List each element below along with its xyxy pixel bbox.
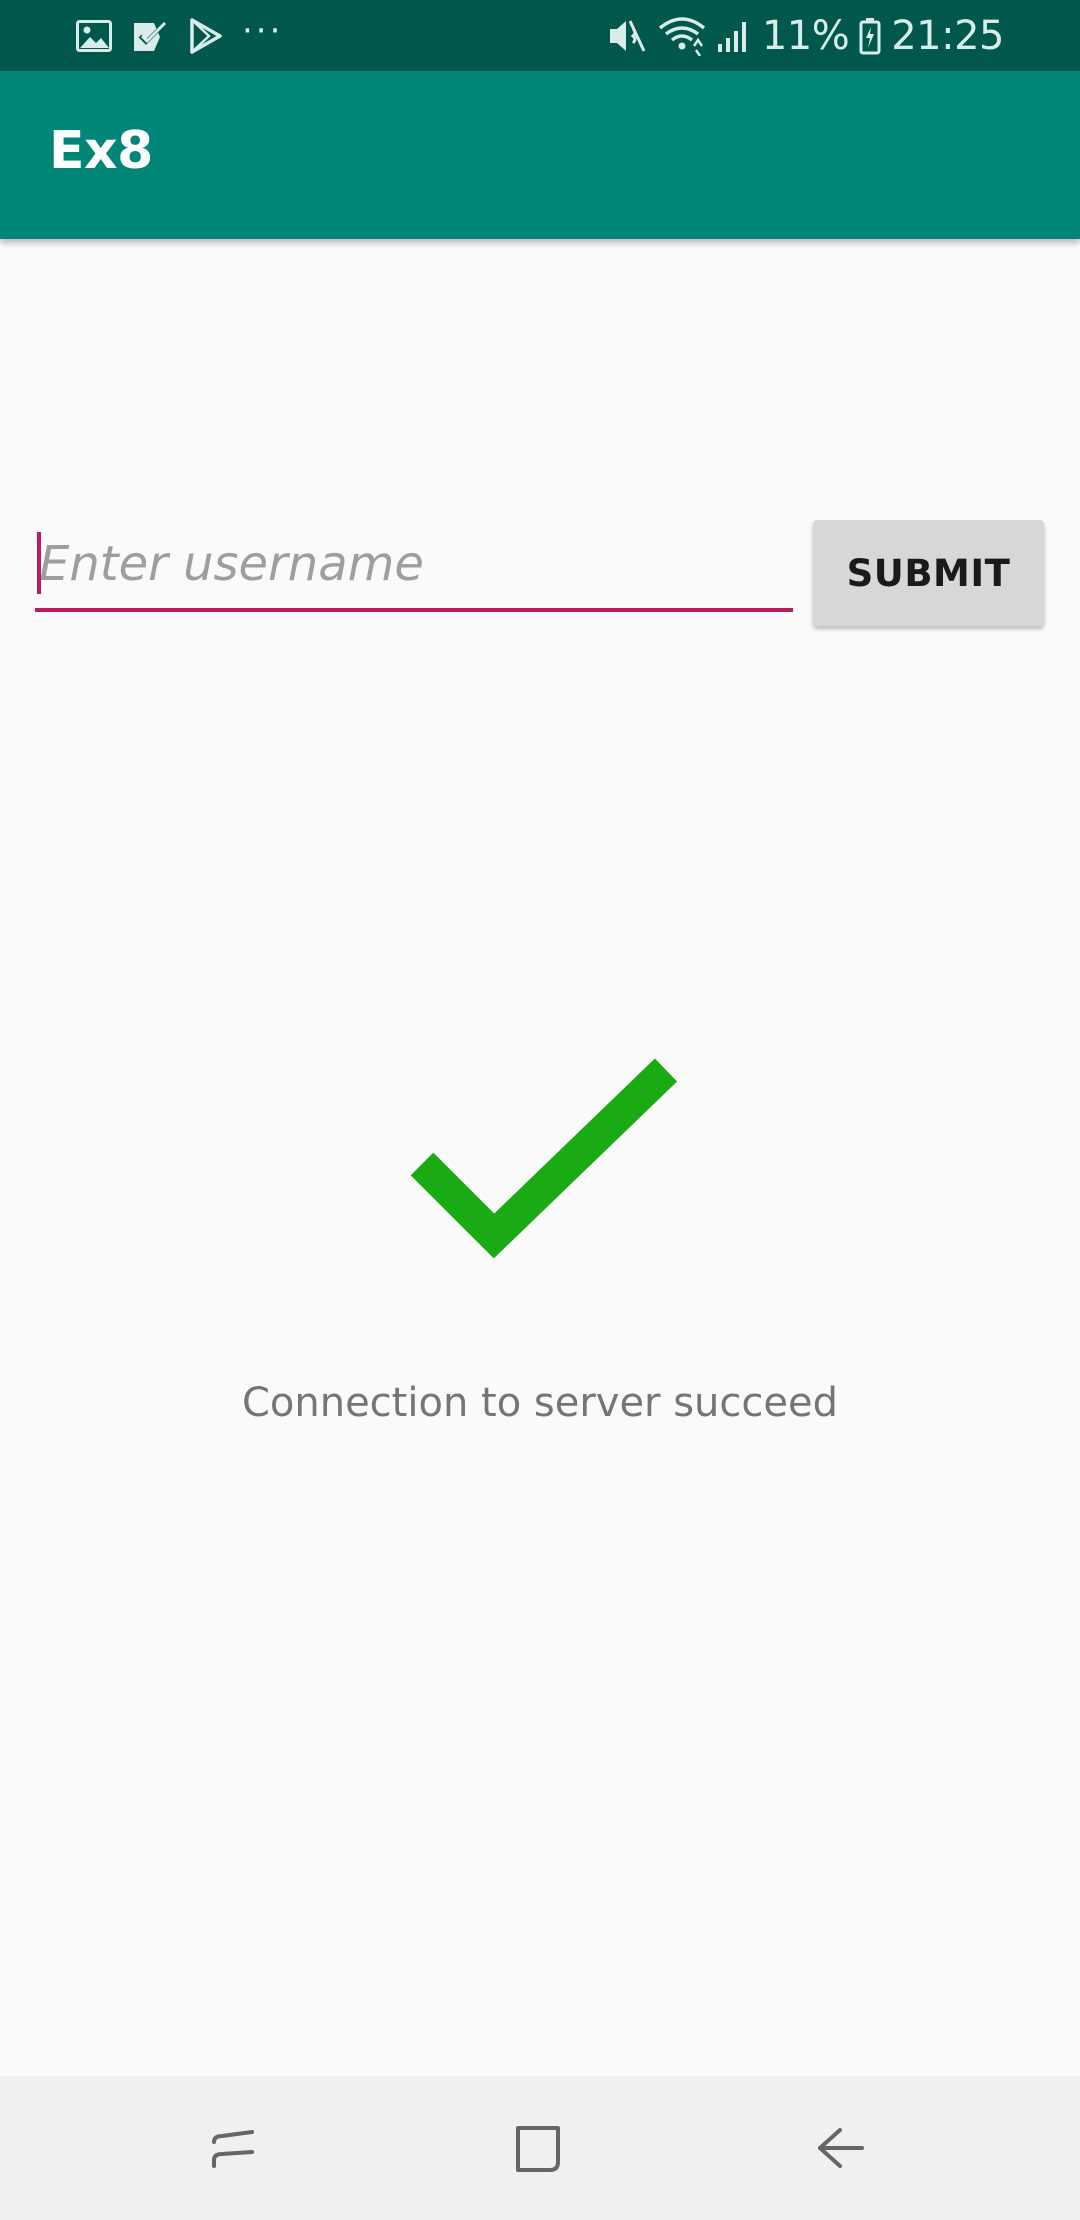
- more-dots-icon: ···: [242, 10, 284, 51]
- recents-icon[interactable]: [192, 2106, 276, 2190]
- wifi-icon: [658, 16, 706, 56]
- battery-icon: [859, 16, 881, 56]
- submit-button[interactable]: SUBMIT: [813, 520, 1044, 626]
- battery-percent: 11%: [761, 12, 850, 59]
- screen: ··· 11% 21:25 Ex8 Enter username SUBMIT …: [0, 0, 1080, 2220]
- home-icon[interactable]: [496, 2106, 580, 2190]
- checkmark-icon: [410, 1058, 678, 1259]
- app-bar: Ex8: [0, 71, 1080, 239]
- username-field[interactable]: [35, 520, 793, 616]
- play-store-icon: [186, 16, 226, 56]
- back-icon[interactable]: [798, 2106, 882, 2190]
- clock: 21:25: [891, 12, 1004, 59]
- navigation-bar: [0, 2076, 1080, 2220]
- text-cursor: [37, 532, 41, 594]
- status-notifications: ···: [74, 0, 283, 71]
- gallery-icon: [74, 16, 114, 56]
- status-system: 11% 21:25: [606, 0, 1004, 71]
- connection-status-message: Connection to server succeed: [241, 1380, 839, 1426]
- task-check-icon: [130, 16, 170, 56]
- page-title: Ex8: [49, 121, 153, 181]
- status-bar: ··· 11% 21:25: [0, 0, 1080, 71]
- mute-icon: [606, 16, 648, 56]
- username-input[interactable]: [35, 520, 793, 612]
- signal-icon: [716, 16, 752, 56]
